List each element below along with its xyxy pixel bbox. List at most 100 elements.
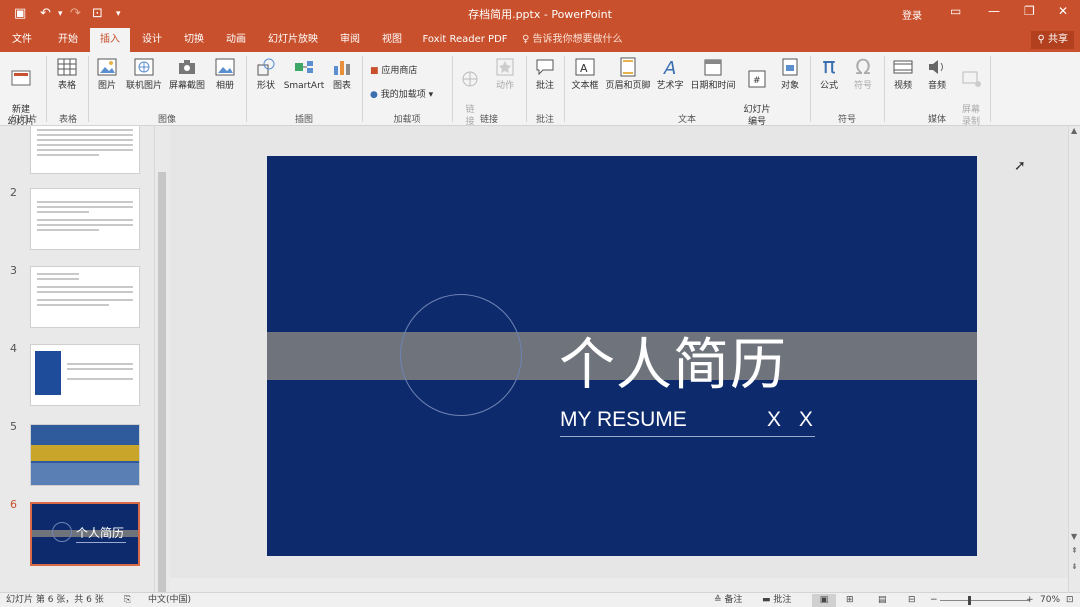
tab-view[interactable]: 视图 [372, 28, 412, 52]
tab-file[interactable]: 文件 [4, 28, 40, 52]
divider [564, 56, 565, 122]
group-label-links: 链接 [479, 115, 498, 125]
slide-canvas[interactable]: 个人简历 MY RESUME X X [267, 156, 977, 556]
scroll-up-icon[interactable]: ▲ [1071, 126, 1077, 135]
header-footer-label: 页眉和页脚 [605, 81, 651, 91]
tab-slideshow[interactable]: 幻灯片放映 [260, 28, 326, 52]
album-button[interactable]: 相册 [210, 56, 240, 92]
equation-button[interactable]: π 公式 [814, 56, 844, 92]
textbox-icon: A [575, 58, 595, 76]
slide-editing-area: 个人简历 MY RESUME X X ➚ [170, 126, 1068, 592]
my-addins-button[interactable]: ● 我的加载项 ▾ [370, 88, 433, 102]
notes-button[interactable]: ≙ 备注 [714, 594, 742, 607]
comments-button[interactable]: ▬ 批注 [762, 594, 791, 607]
ribbon-display-icon[interactable]: ▭ [950, 4, 961, 18]
tell-me-search[interactable]: ♀ 告诉我你想要做什么 [522, 28, 623, 52]
fit-slide-icon[interactable]: ⊡ [1066, 594, 1074, 607]
group-label-text: 文本 [677, 115, 696, 125]
star-icon [496, 58, 514, 76]
screenshot-button[interactable]: 屏幕截图 [166, 56, 208, 92]
slide-info: 幻灯片 第 6 张，共 6 张 [6, 595, 104, 605]
album-label: 相册 [215, 81, 234, 91]
shapes-button[interactable]: 形状 [252, 56, 280, 92]
slide-thumbnail[interactable] [30, 266, 140, 328]
tab-design[interactable]: 设计 [132, 28, 172, 52]
decorative-circle [400, 294, 522, 416]
language[interactable]: 中文(中国) [148, 594, 191, 607]
object-icon [782, 58, 798, 76]
horizontal-scrollbar[interactable] [170, 578, 1068, 592]
zoom-level[interactable]: 70% [1040, 594, 1060, 607]
zoom-in-icon[interactable]: + [1026, 594, 1034, 607]
action-button[interactable]: 动作 [490, 56, 520, 92]
scrollbar-thumb[interactable] [158, 172, 166, 592]
online-picture-button[interactable]: 联机图片 [124, 56, 164, 92]
svg-text:A: A [580, 62, 588, 75]
slide-thumbnail[interactable] [30, 188, 140, 250]
slide-thumbnail-selected[interactable]: 个人简历 [30, 502, 140, 566]
normal-view-icon[interactable]: ▣ [812, 594, 836, 607]
powerpoint-window: ▣ ↶ ▾ ↷ ⊡ ▾ 存档简用.pptx - PowerPoint 登录 ▭ … [0, 0, 1080, 607]
slide-name[interactable]: X X [767, 408, 819, 432]
wordart-button[interactable]: A 艺术字 [654, 56, 686, 92]
zoom-slider-knob[interactable] [968, 596, 971, 605]
spellcheck-icon[interactable]: ⎘ [124, 594, 131, 607]
online-picture-icon [134, 58, 154, 76]
comment-button[interactable]: 批注 [530, 56, 560, 92]
textbox-button[interactable]: A 文本框 [568, 56, 602, 92]
editor-scrollbar[interactable]: ▲ ▼ ⇞ ⇟ [1068, 126, 1080, 592]
divider [246, 56, 247, 122]
zoom-out-icon[interactable]: − [930, 594, 938, 607]
ribbon-insert: 新建 幻灯片 表格 图片 联机图片 屏幕截图 相册 形状 SmartArt 图表… [0, 52, 1080, 127]
slide-title[interactable]: 个人简历 [559, 320, 787, 401]
minimize-icon[interactable]: — [988, 4, 1000, 18]
ribbon-tabs: 文件 开始 插入 设计 切换 动画 幻灯片放映 审阅 视图 Foxit Read… [0, 28, 1080, 52]
slide-thumbnail[interactable] [30, 344, 140, 406]
album-icon [215, 58, 235, 76]
tab-insert[interactable]: 插入 [90, 28, 130, 52]
restore-icon[interactable]: ❐ [1024, 4, 1035, 18]
thumbnail-number: 3 [10, 264, 17, 277]
slide-thumbnail[interactable] [30, 424, 140, 486]
datetime-button[interactable]: 日期和时间 [688, 56, 738, 92]
object-button[interactable]: 对象 [776, 56, 804, 92]
tab-animations[interactable]: 动画 [216, 28, 256, 52]
header-footer-button[interactable]: 页眉和页脚 [604, 56, 652, 92]
video-label: 视频 [893, 81, 912, 91]
store-label: 应用商店 [381, 66, 418, 76]
slide-thumbnail[interactable] [30, 126, 140, 174]
divider [990, 56, 991, 122]
thumbnail-scrollbar[interactable] [154, 126, 168, 592]
zoom-slider[interactable] [940, 600, 1030, 601]
slideshow-icon[interactable]: ⊟ [908, 594, 916, 607]
scroll-down-icon[interactable]: ▼ [1071, 532, 1077, 541]
picture-button[interactable]: 图片 [92, 56, 122, 92]
video-button[interactable]: 视频 [888, 56, 918, 92]
store-button[interactable]: ■ 应用商店 [370, 64, 417, 78]
symbol-button[interactable]: Ω 符号 [848, 56, 878, 92]
online-picture-label: 联机图片 [125, 81, 162, 91]
tab-review[interactable]: 审阅 [330, 28, 370, 52]
tab-foxit[interactable]: Foxit Reader PDF [418, 28, 512, 52]
my-addins-label: 我的加载项 [380, 90, 426, 100]
prev-slide-icon[interactable]: ⇞ [1071, 546, 1078, 555]
tab-home[interactable]: 开始 [48, 28, 88, 52]
group-label-images: 图像 [157, 115, 176, 125]
slide-subtitle[interactable]: MY RESUME [560, 408, 687, 432]
audio-button[interactable]: 音频 [922, 56, 952, 92]
chart-button[interactable]: 图表 [328, 56, 356, 92]
reading-view-icon[interactable]: ▤ [878, 594, 887, 607]
next-slide-icon[interactable]: ⇟ [1071, 562, 1078, 571]
table-button[interactable]: 表格 [52, 56, 82, 92]
chevron-down-icon: ▾ [428, 90, 434, 100]
login-link[interactable]: 登录 [902, 7, 922, 22]
picture-label: 图片 [97, 81, 116, 91]
smartart-button[interactable]: SmartArt [282, 56, 326, 92]
slide-sorter-icon[interactable]: ⊞ [846, 594, 854, 607]
close-icon[interactable]: ✕ [1058, 4, 1068, 18]
comments-label: 批注 [773, 595, 792, 605]
tab-transitions[interactable]: 切换 [174, 28, 214, 52]
action-label: 动作 [495, 81, 514, 91]
thumbnail-number: 5 [10, 420, 17, 433]
share-button[interactable]: ⚲ 共享 [1031, 31, 1074, 49]
